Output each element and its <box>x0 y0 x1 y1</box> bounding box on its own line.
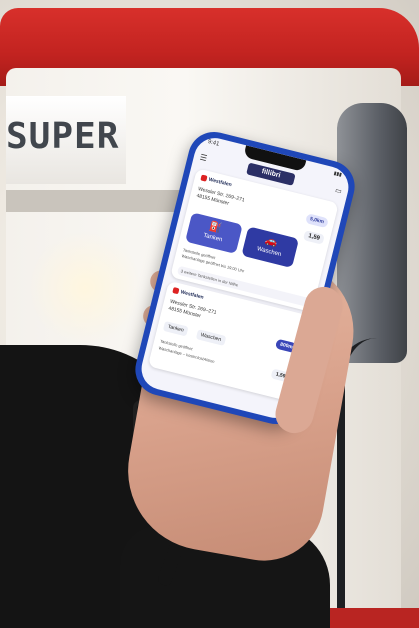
brand-name: Westfalen <box>179 289 205 301</box>
pump-light-glow <box>30 228 140 348</box>
brand-logo-icon <box>172 287 180 295</box>
signal-icon: ▮▮▮ <box>332 170 343 179</box>
photo-scene: SUPER 9:41 ▮▮▮ ☰ fillibri ▭ Westfalen We… <box>0 0 419 628</box>
pump-strip <box>6 190 186 212</box>
pump-sign-text: SUPER <box>6 116 120 157</box>
status-time: 9:41 <box>207 139 220 148</box>
brand-label: Westfalen <box>172 287 204 301</box>
wash-button[interactable]: 🚗 Waschen <box>241 226 300 269</box>
brand-logo-icon <box>200 174 208 182</box>
wash-button[interactable]: Waschen <box>195 329 227 346</box>
refuel-button[interactable]: Tanken <box>162 320 189 337</box>
brand-name: Westfalen <box>207 176 233 189</box>
price-label: 1,59 <box>303 230 325 245</box>
chat-icon[interactable]: ▭ <box>334 186 342 195</box>
brand-label: Westfalen <box>200 174 232 188</box>
distance-badge: 5,0km <box>304 213 329 229</box>
menu-icon[interactable]: ☰ <box>199 153 208 163</box>
refuel-button[interactable]: ⛽ Tanken <box>185 212 243 254</box>
